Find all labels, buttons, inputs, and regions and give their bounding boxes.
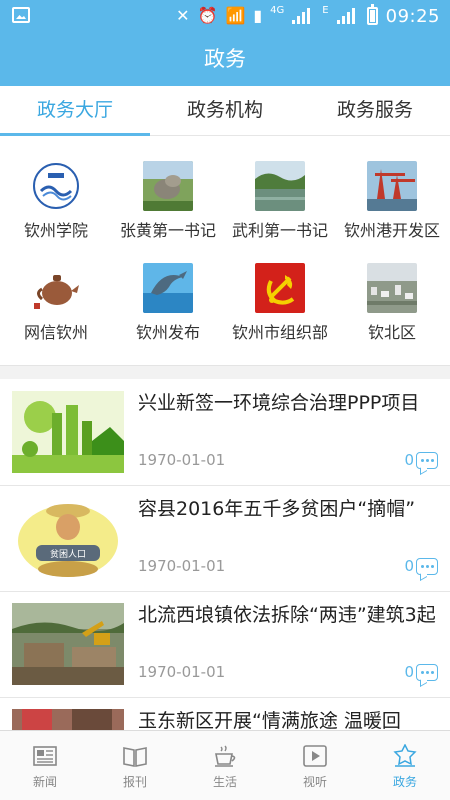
coffee-cup-icon <box>215 745 236 767</box>
news-date: 1970-01-01 <box>138 663 226 681</box>
grid-item-label: 钦州学院 <box>23 221 88 240</box>
port-crane-photo <box>367 161 417 211</box>
clock: 09:25 <box>385 5 440 27</box>
vibrate-icon: ✕ <box>176 6 190 25</box>
nav-label: 政务 <box>392 775 417 789</box>
party-emblem-icon <box>255 263 305 313</box>
grid-item-zhanghuang-secretary[interactable]: 张黄第一书记 <box>112 137 224 240</box>
news-headline: 玉东新区开展“情满旅途 温暖回 <box>138 710 401 730</box>
grid-item-organization-dept[interactable]: 钦州市组织部 <box>224 239 336 342</box>
nav-government[interactable]: 政务 <box>360 731 450 800</box>
news-headline: 容县2016年五千多贫困户“摘帽” <box>138 498 416 520</box>
government-building-icon <box>393 744 417 767</box>
alarm-icon: ⏰ <box>197 6 218 25</box>
grid-item-label: 钦州港开发区 <box>343 221 440 240</box>
play-icon <box>303 745 327 767</box>
grid-item-wuli-secretary[interactable]: 武利第一书记 <box>224 137 336 240</box>
comment-count-value: 0 <box>404 663 414 681</box>
grid-item-qinbei-district[interactable]: 钦北区 <box>336 239 448 342</box>
nav-label: 报刊 <box>122 775 147 789</box>
nav-life[interactable]: 生活 <box>180 731 270 800</box>
tab-bar: 政务大厅 政务机构 政务服务 <box>0 86 450 136</box>
list-item[interactable]: 兴业新签一环境综合治理PPP项目 1970-01-01 0 <box>0 380 450 486</box>
grid-item-label: 武利第一书记 <box>231 221 328 240</box>
list-item[interactable]: 玉东新区开展“情满旅途 温暖回 <box>0 698 450 730</box>
network-type: 4G <box>270 4 285 16</box>
news-date: 1970-01-01 <box>138 557 226 575</box>
account-grid: 钦州学院 张黄第一书记 武利第一书记 钦州港开发区 网信钦州 钦州发布 钦州市组… <box>0 137 450 365</box>
gallery-notification-icon <box>12 7 30 23</box>
signal-2-icon <box>336 8 359 24</box>
grid-item-label: 钦州发布 <box>135 323 200 342</box>
battery-icon <box>366 4 378 25</box>
bottom-nav: 新闻 报刊 生活 视听 政务 <box>0 730 450 800</box>
nav-news[interactable]: 新闻 <box>0 731 90 800</box>
grid-item-qinzhou-port[interactable]: 钦州港开发区 <box>336 137 448 240</box>
tab-gov-agencies[interactable]: 政务机构 <box>150 86 300 135</box>
news-thumbnail <box>12 391 124 473</box>
comment-count-value: 0 <box>404 451 414 469</box>
river-landscape-photo <box>255 161 305 211</box>
news-headline: 兴业新签一环境综合治理PPP项目 <box>138 392 420 414</box>
comment-icon <box>416 557 438 575</box>
page-title: 政务 <box>0 32 450 86</box>
news-thumbnail <box>12 603 124 685</box>
poverty-sign-text: 贫困人口 <box>50 548 86 560</box>
section-divider <box>0 365 450 379</box>
status-icons: ✕ ⏰ 📶 ▮ 4G E 09:25 <box>176 4 440 27</box>
grid-item-qinzhou-release[interactable]: 钦州发布 <box>112 239 224 342</box>
nav-label: 新闻 <box>32 775 57 789</box>
comment-icon <box>416 451 438 469</box>
news-thumbnail <box>12 709 124 730</box>
grid-item-wangxin-qinzhou[interactable]: 网信钦州 <box>0 239 112 342</box>
list-item[interactable]: 贫困人口 容县2016年五千多贫困户“摘帽” 1970-01-01 0 <box>0 486 450 592</box>
tab-gov-hall[interactable]: 政务大厅 <box>0 86 150 136</box>
city-aerial-photo <box>367 263 417 313</box>
grid-item-label: 钦北区 <box>367 323 416 342</box>
comment-count-value: 0 <box>404 557 414 575</box>
tab-gov-services[interactable]: 政务服务 <box>300 86 450 135</box>
list-item[interactable]: 北流西埌镇依法拆除“两违”建筑3起 1970-01-01 0 <box>0 592 450 698</box>
comment-count[interactable]: 0 <box>404 450 438 470</box>
network-type-2: E <box>322 4 329 16</box>
grid-item-label: 网信钦州 <box>23 323 88 342</box>
nav-newspapers[interactable]: 报刊 <box>90 731 180 800</box>
comment-count[interactable]: 0 <box>404 556 438 576</box>
book-icon <box>123 747 147 767</box>
university-logo-icon <box>31 161 81 211</box>
comment-count[interactable]: 0 <box>404 662 438 682</box>
dolphin-photo <box>143 263 193 313</box>
sim-icon: ▮ <box>253 6 263 25</box>
nav-media[interactable]: 视听 <box>270 731 360 800</box>
news-date: 1970-01-01 <box>138 451 226 469</box>
wifi-icon: 📶 <box>225 6 246 25</box>
news-headline: 北流西埌镇依法拆除“两违”建筑3起 <box>138 604 436 626</box>
news-thumbnail: 贫困人口 <box>12 497 124 579</box>
news-list: 兴业新签一环境综合治理PPP项目 1970-01-01 0 贫困人口 容县201… <box>0 380 450 730</box>
newspaper-icon <box>33 746 57 766</box>
signal-icon <box>292 8 314 24</box>
grid-item-label: 张黄第一书记 <box>119 221 216 240</box>
nav-label: 生活 <box>212 775 237 789</box>
comment-icon <box>416 663 438 681</box>
grid-item-label: 钦州市组织部 <box>231 323 328 342</box>
nav-label: 视听 <box>302 775 327 789</box>
status-bar: ✕ ⏰ 📶 ▮ 4G E 09:25 <box>0 0 450 32</box>
teapot-photo <box>31 263 81 313</box>
rock-landscape-photo <box>143 161 193 211</box>
grid-item-qinzhou-university[interactable]: 钦州学院 <box>0 137 112 240</box>
